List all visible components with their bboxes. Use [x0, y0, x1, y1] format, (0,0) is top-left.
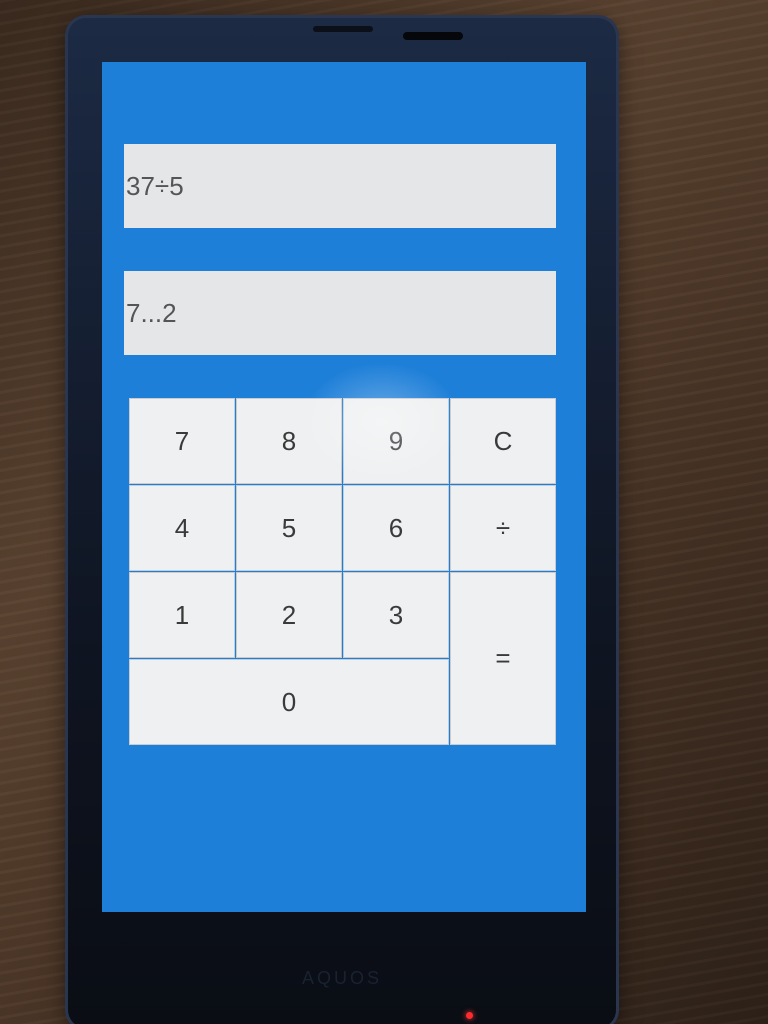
key-2[interactable]: 2	[236, 572, 342, 658]
key-7[interactable]: 7	[129, 398, 235, 484]
equals-button[interactable]: =	[450, 572, 556, 745]
calculator-keypad: 7 8 9 C 4 5 6 ÷ 1 2 3 = 0	[129, 398, 556, 745]
key-5[interactable]: 5	[236, 485, 342, 571]
key-9[interactable]: 9	[343, 398, 449, 484]
key-1[interactable]: 1	[129, 572, 235, 658]
key-0[interactable]: 0	[129, 659, 449, 745]
brand-logo: AQUOS	[301, 968, 382, 988]
key-6[interactable]: 6	[343, 485, 449, 571]
divide-button[interactable]: ÷	[450, 485, 556, 571]
phone-device: 37÷5 7...2 7 8 9 C 4 5 6 ÷ 1 2 3 = 0 AQU…	[68, 18, 616, 1024]
phone-screen: 37÷5 7...2 7 8 9 C 4 5 6 ÷ 1 2 3 = 0	[102, 62, 586, 912]
result-text: 7...2	[126, 297, 177, 328]
notification-led	[466, 1012, 473, 1019]
key-8[interactable]: 8	[236, 398, 342, 484]
earpiece-speaker	[403, 32, 463, 40]
clear-button[interactable]: C	[450, 398, 556, 484]
key-3[interactable]: 3	[343, 572, 449, 658]
expression-display: 37÷5	[124, 144, 556, 228]
result-display: 7...2	[124, 271, 556, 355]
front-camera	[313, 26, 373, 32]
expression-text: 37÷5	[126, 170, 184, 201]
key-4[interactable]: 4	[129, 485, 235, 571]
